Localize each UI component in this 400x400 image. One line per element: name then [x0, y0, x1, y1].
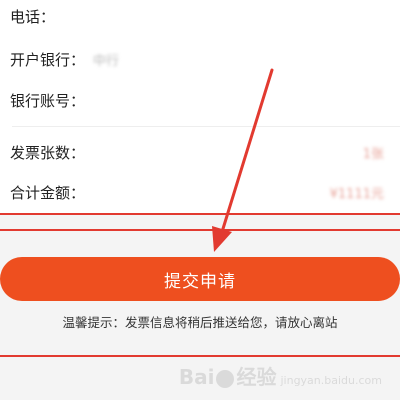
section-gap	[0, 127, 400, 135]
account-row: 银行账号：	[10, 86, 390, 114]
invoice-count-label: 发票张数：	[10, 143, 86, 162]
account-label: 银行账号：	[10, 91, 86, 110]
baidu-jingyan-watermark: Bai 经验 jingyan.baidu.com	[178, 365, 382, 389]
submit-application-button[interactable]: 提交申请	[0, 257, 400, 301]
annotation-line-bottom	[0, 355, 400, 357]
annotation-line-top	[0, 213, 400, 215]
bank-label: 开户银行：	[10, 50, 86, 69]
bank-value: 中行	[93, 53, 120, 69]
annotation-line-upper	[0, 229, 400, 231]
invoice-count-row: 发票张数： 1张	[10, 138, 390, 166]
total-amount-row: 合计金额： ¥1111元	[10, 178, 390, 206]
paw-icon	[216, 369, 235, 388]
total-amount-value: ¥1111元	[329, 186, 384, 202]
bank-row: 开户银行： 中行	[10, 45, 390, 73]
total-amount-label: 合计金额：	[10, 183, 86, 202]
phone-row: 电话：	[10, 2, 390, 30]
phone-label: 电话：	[10, 7, 56, 26]
invoice-count-value: 1张	[362, 146, 384, 162]
warm-tip-text: 温馨提示：发票信息将稍后推送给您，请放心离站	[62, 315, 338, 330]
